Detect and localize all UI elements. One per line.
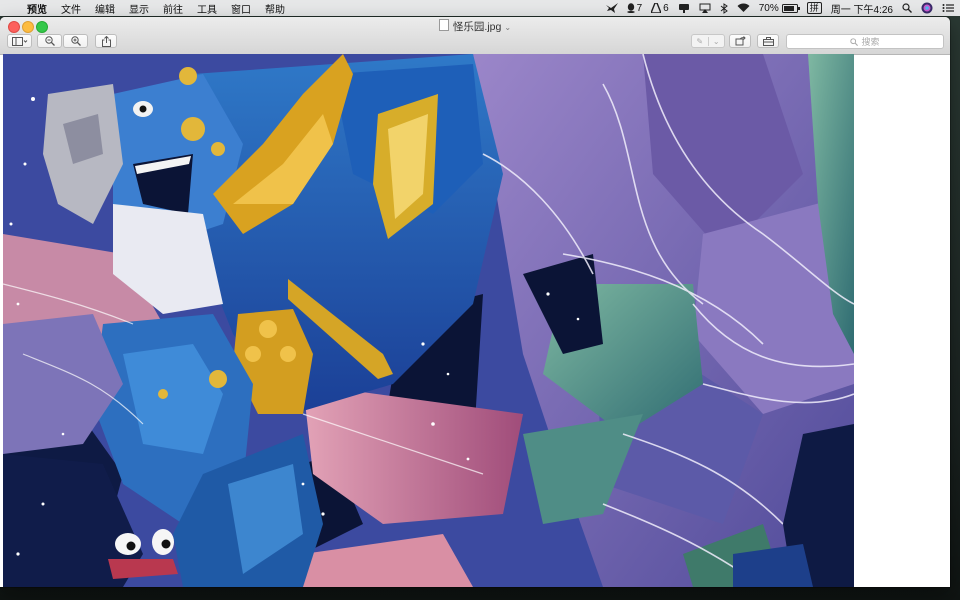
pen-icon[interactable]: ✎ [692, 37, 708, 46]
adobe-count: 6 [663, 2, 669, 14]
markup-pen-group[interactable]: ✎ ⌄ [691, 34, 725, 48]
qq-icon [626, 3, 635, 13]
sidebar-icon [11, 36, 27, 46]
menu-go[interactable]: 前往 [156, 1, 190, 16]
search-icon [850, 37, 859, 46]
battery-status[interactable]: 70% [758, 2, 800, 14]
zoom-out-icon [44, 36, 55, 46]
search-placeholder: 搜索 [861, 37, 880, 47]
input-method-label: 拼 [806, 2, 822, 14]
rotate-icon [735, 36, 746, 46]
cloud-sync-icon[interactable] [678, 3, 690, 13]
siri-icon[interactable] [921, 2, 933, 14]
menu-app-name[interactable]: 预览 [20, 1, 54, 16]
preview-window: 怪乐园.jpg ⌄ ✎ ⌄ 搜索 [0, 17, 950, 587]
share-button[interactable] [95, 34, 117, 48]
notification-center-icon[interactable] [942, 3, 954, 13]
adobe-icon [651, 3, 662, 13]
battery-icon [781, 3, 800, 13]
menu-view[interactable]: 显示 [122, 1, 156, 16]
qq-count: 7 [636, 2, 643, 14]
rotate-button[interactable] [729, 34, 751, 48]
spotlight-search-icon[interactable] [902, 3, 912, 13]
share-icon [101, 35, 111, 47]
search-field[interactable]: 搜索 [786, 34, 944, 49]
menu-help[interactable]: 帮助 [258, 1, 292, 16]
zoom-in-button[interactable] [63, 34, 88, 48]
airplay-icon[interactable] [699, 3, 711, 13]
document-icon [438, 19, 449, 31]
zoom-out-button[interactable] [37, 34, 62, 48]
sidebar-toggle-button[interactable] [7, 34, 32, 48]
qq-status-item[interactable]: 7 [626, 2, 643, 14]
menu-edit[interactable]: 编辑 [88, 1, 122, 16]
pen-options-chevron-icon[interactable]: ⌄ [707, 36, 725, 46]
bluetooth-icon[interactable] [720, 2, 728, 14]
zoom-in-icon [70, 36, 81, 46]
input-method-status[interactable]: 拼 [806, 2, 822, 14]
window-title[interactable]: 怪乐园.jpg ⌄ [0, 19, 950, 34]
adobe-status-item[interactable]: 6 [651, 3, 669, 14]
menu-window[interactable]: 窗口 [224, 1, 258, 16]
toolbox-button[interactable] [757, 34, 779, 48]
bird-status-icon[interactable] [605, 3, 618, 13]
menu-clock[interactable]: 周一 下午4:26 [831, 1, 893, 16]
window-title-text: 怪乐园.jpg [452, 21, 502, 33]
window-titlebar[interactable]: 怪乐园.jpg ⌄ ✎ ⌄ 搜索 [0, 17, 950, 55]
image-canvas[interactable] [3, 54, 854, 587]
title-chevron-down-icon: ⌄ [504, 23, 512, 32]
wifi-icon[interactable] [737, 3, 750, 13]
battery-percent: 70% [758, 2, 779, 14]
toolbox-icon [762, 36, 774, 46]
menu-tools[interactable]: 工具 [190, 1, 224, 16]
menu-file[interactable]: 文件 [54, 1, 88, 16]
artwork-image [3, 54, 854, 587]
menu-bar: 预览 文件 编辑 显示 前往 工具 窗口 帮助 7 6 70% 拼 周一 下午4… [0, 0, 960, 16]
